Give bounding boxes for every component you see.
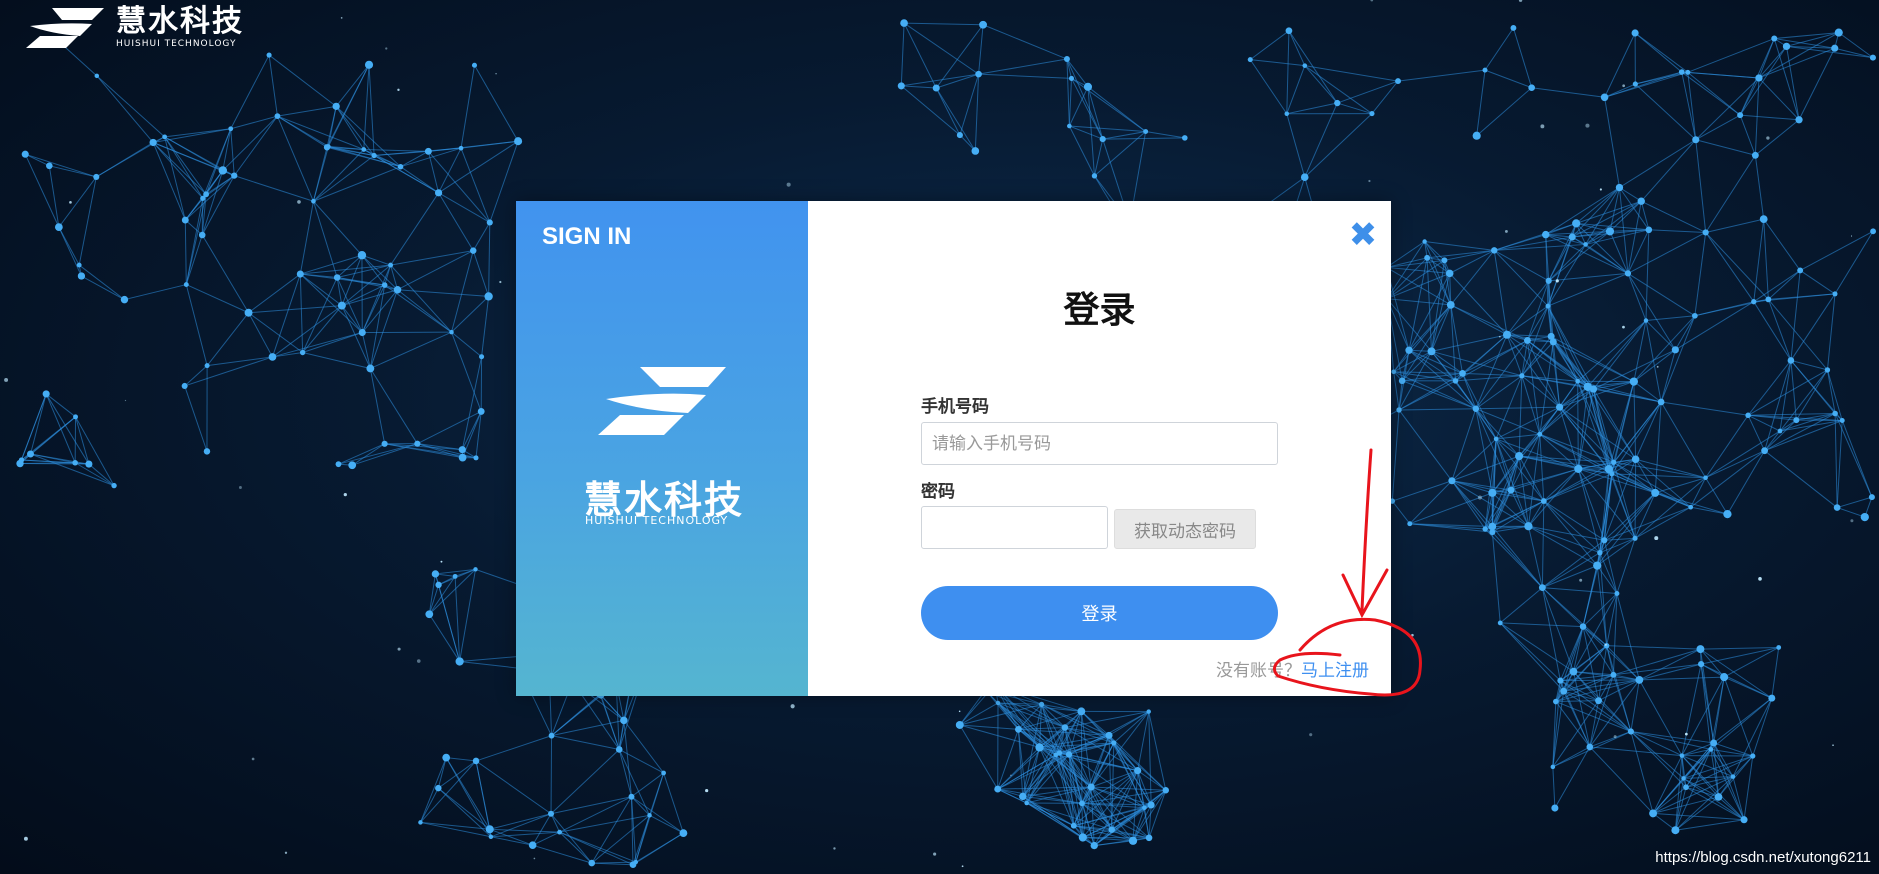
brand-name-en: HUISHUI TECHNOLOGY: [585, 514, 729, 527]
password-label: 密码: [921, 482, 955, 502]
sign-in-heading: SIGN IN: [542, 223, 632, 250]
password-input[interactable]: [921, 506, 1108, 549]
logo-mark-icon: [26, 8, 104, 48]
login-button[interactable]: 登录: [921, 586, 1278, 640]
close-icon[interactable]: ✖: [1347, 218, 1379, 252]
watermark: https://blog.csdn.net/xutong6211: [1655, 849, 1871, 866]
header-logo: 慧水科技 HUISHUI TECHNOLOGY: [22, 4, 244, 52]
login-form-panel: ✖ 登录 手机号码 密码 获取动态密码 登录 没有账号？马上注册: [808, 201, 1391, 696]
login-title: 登录: [1063, 290, 1136, 331]
get-dynamic-password-button[interactable]: 获取动态密码: [1114, 509, 1256, 549]
phone-label: 手机号码: [921, 397, 989, 417]
login-dialog: SIGN IN 慧水科技 HUISHUI TECHNOLOGY ✖ 登录 手机号…: [516, 201, 1391, 696]
register-link[interactable]: 马上注册: [1301, 661, 1369, 681]
logo-mark-icon: [598, 367, 726, 435]
brand-name-en: HUISHUI TECHNOLOGY: [116, 39, 237, 49]
phone-input[interactable]: [921, 422, 1278, 465]
register-row: 没有账号？马上注册: [1216, 656, 1369, 681]
dialog-brand-panel: SIGN IN 慧水科技 HUISHUI TECHNOLOGY: [516, 201, 808, 696]
register-prompt: 没有账号？: [1216, 661, 1301, 681]
brand-name-cn: 慧水科技: [116, 4, 244, 39]
